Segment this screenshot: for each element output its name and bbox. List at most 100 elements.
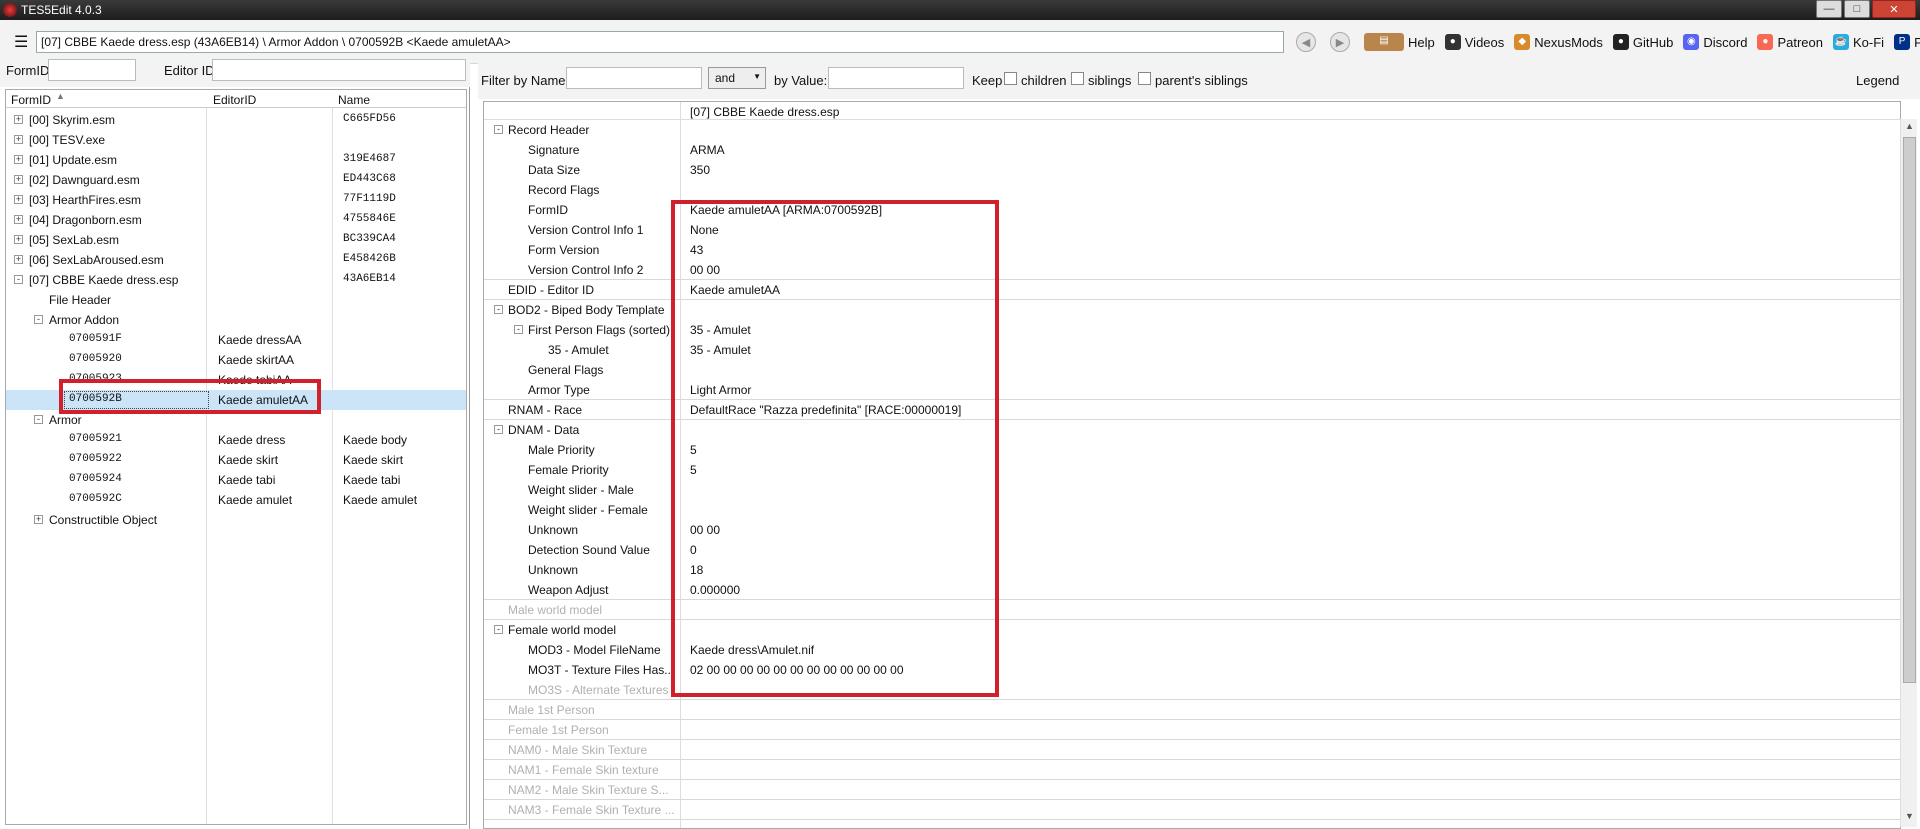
record-field-row[interactable]: NAM3 - Female Skin Texture ... xyxy=(484,800,1900,820)
expand-icon[interactable]: + xyxy=(14,175,23,184)
tree-row-label: [03] HearthFires.esm xyxy=(29,193,142,207)
field-label: Version Control Info 1 xyxy=(528,223,644,237)
expand-icon[interactable]: + xyxy=(14,215,23,224)
parents-siblings-checkbox[interactable] xyxy=(1138,72,1151,85)
tree-row[interactable]: - [07] CBBE Kaede dress.esp 43A6EB14 xyxy=(6,270,466,290)
legend-button[interactable]: Legend xyxy=(1856,73,1899,88)
collapse-icon[interactable]: - xyxy=(494,305,503,314)
forward-icon[interactable]: ▶ xyxy=(1330,32,1350,52)
collapse-icon[interactable]: - xyxy=(494,425,503,434)
tree-row-editorid: Kaede dress xyxy=(218,433,286,447)
tree-row[interactable]: - Armor Addon xyxy=(6,310,466,330)
record-field-row[interactable]: Male 1st Person xyxy=(484,700,1900,720)
link-github[interactable]: ● GitHub xyxy=(1612,34,1673,50)
collapse-icon[interactable]: - xyxy=(34,315,43,324)
tree-row-editorid: Kaede amulet xyxy=(218,493,293,507)
column-name[interactable]: Name xyxy=(338,93,370,107)
kofi-icon: ☕ xyxy=(1833,34,1849,50)
field-label: DNAM - Data xyxy=(508,423,580,437)
record-field-row[interactable]: NAM1 - Female Skin texture xyxy=(484,760,1900,780)
collapse-icon[interactable]: - xyxy=(514,325,523,334)
patreon-icon: ● xyxy=(1757,34,1774,50)
main-menu-icon[interactable]: ☰ xyxy=(14,32,28,52)
scroll-up-icon[interactable]: ▲ xyxy=(1901,121,1918,137)
record-field-row[interactable]: NAM2 - Male Skin Texture S... xyxy=(484,780,1900,800)
link-paypal[interactable]: PPayPal xyxy=(1894,34,1920,50)
tree-row-name: Kaede skirt xyxy=(343,453,404,467)
link-nexusmods[interactable]: ◆ NexusMods xyxy=(1514,34,1603,50)
link-ko-fi[interactable]: ☕ Ko-Fi xyxy=(1833,34,1884,50)
back-icon[interactable]: ◀ xyxy=(1296,32,1316,52)
link-patreon[interactable]: ● Patreon xyxy=(1757,34,1823,50)
vertical-scrollbar[interactable]: ▲ ▼ xyxy=(1900,119,1917,827)
record-field-row[interactable]: Record Flags xyxy=(484,180,1900,200)
formid-filter-label: FormID xyxy=(6,63,50,78)
editorid-filter-label: Editor ID xyxy=(164,63,215,78)
close-button[interactable]: ✕ xyxy=(1872,0,1916,18)
expand-icon[interactable]: + xyxy=(14,135,23,144)
tree-row[interactable]: + Constructible Object xyxy=(6,510,466,530)
tree-row[interactable]: File Header xyxy=(6,290,466,310)
expand-icon[interactable]: + xyxy=(14,255,23,264)
link-discord[interactable]: ◉ Discord xyxy=(1683,34,1747,50)
tree-row[interactable]: + [04] Dragonborn.esm 4755846E xyxy=(6,210,466,230)
expand-icon[interactable]: + xyxy=(14,115,23,124)
tree-row[interactable]: 07005920 Kaede skirtAA xyxy=(6,350,466,370)
tree-row[interactable]: + [01] Update.esm 319E4687 xyxy=(6,150,466,170)
record-field-row[interactable]: NAM0 - Male Skin Texture xyxy=(484,740,1900,760)
tree-row-name: E458426B xyxy=(343,253,396,265)
field-label: MOD3 - Model FileName xyxy=(528,643,661,657)
value-filter-row: Filter by Name: and ▼ by Value: Keep chil… xyxy=(478,55,1920,99)
tree-row[interactable]: 0700591F Kaede dressAA xyxy=(6,330,466,350)
field-label: Female 1st Person xyxy=(508,723,609,737)
tree-row-label: 0700591F xyxy=(69,333,122,345)
tree-row[interactable]: + [00] TESV.exe xyxy=(6,130,466,150)
collapse-icon[interactable]: - xyxy=(34,415,43,424)
record-field-row[interactable]: - Record Header xyxy=(484,120,1900,140)
children-checkbox[interactable] xyxy=(1004,72,1017,85)
editorid-filter-input[interactable] xyxy=(212,59,466,81)
siblings-checkbox[interactable] xyxy=(1071,72,1084,85)
collapse-icon[interactable]: - xyxy=(494,125,503,134)
expand-icon[interactable]: + xyxy=(14,195,23,204)
column-editorid[interactable]: EditorID xyxy=(213,93,256,107)
tree-row[interactable]: + [05] SexLab.esm BC339CA4 xyxy=(6,230,466,250)
tree-row[interactable]: 07005922 Kaede skirt Kaede skirt xyxy=(6,450,466,470)
column-formid[interactable]: FormID xyxy=(11,93,51,107)
tree-row[interactable]: + [00] Skyrim.esm C665FD56 xyxy=(6,110,466,130)
tree-row[interactable]: + [02] Dawnguard.esm ED443C68 xyxy=(6,170,466,190)
maximize-button[interactable]: □ xyxy=(1844,0,1870,18)
minimize-button[interactable]: — xyxy=(1816,0,1842,18)
formid-filter-input[interactable] xyxy=(48,59,136,81)
expand-icon[interactable]: + xyxy=(34,515,43,524)
tree-row[interactable]: 07005924 Kaede tabi Kaede tabi xyxy=(6,470,466,490)
scroll-down-icon[interactable]: ▼ xyxy=(1901,811,1918,827)
record-field-row[interactable]: Female 1st Person xyxy=(484,720,1900,740)
field-label: Weapon Adjust xyxy=(528,583,609,597)
record-field-row[interactable]: Signature ARMA xyxy=(484,140,1900,160)
scrollbar-thumb[interactable] xyxy=(1903,137,1916,683)
tree-row[interactable]: + [03] HearthFires.esm 77F1119D xyxy=(6,190,466,210)
tree-row-name: 77F1119D xyxy=(343,193,396,205)
record-field-row[interactable]: Data Size 350 xyxy=(484,160,1900,180)
tree-row[interactable]: 07005921 Kaede dress Kaede body xyxy=(6,430,466,450)
tree-row[interactable]: 0700592C Kaede amulet Kaede amulet xyxy=(6,490,466,510)
link-help[interactable]: ▤ Help xyxy=(1364,33,1435,51)
collapse-icon[interactable]: - xyxy=(14,275,23,284)
expand-icon[interactable]: + xyxy=(14,155,23,164)
tree-row-label: 07005922 xyxy=(69,453,122,465)
link-label: Videos xyxy=(1464,34,1505,50)
filter-value-input[interactable] xyxy=(828,67,964,89)
tree-row[interactable]: + [06] SexLabAroused.esm E458426B xyxy=(6,250,466,270)
expand-icon[interactable]: + xyxy=(14,235,23,244)
tree-row-label: [01] Update.esm xyxy=(29,153,118,167)
tree-row-label: [00] Skyrim.esm xyxy=(29,113,116,127)
collapse-icon[interactable]: - xyxy=(494,625,503,634)
record-path-field[interactable]: [07] CBBE Kaede dress.esp (43A6EB14) \ A… xyxy=(36,31,1284,53)
filter-name-input[interactable] xyxy=(566,67,702,89)
tree-row-name: 319E4687 xyxy=(343,153,396,165)
filter-operator-select[interactable]: and ▼ xyxy=(708,67,766,89)
tree-row-label: 0700592C xyxy=(69,493,122,505)
link-videos[interactable]: ● Videos xyxy=(1444,34,1505,50)
field-label: Version Control Info 2 xyxy=(528,263,644,277)
